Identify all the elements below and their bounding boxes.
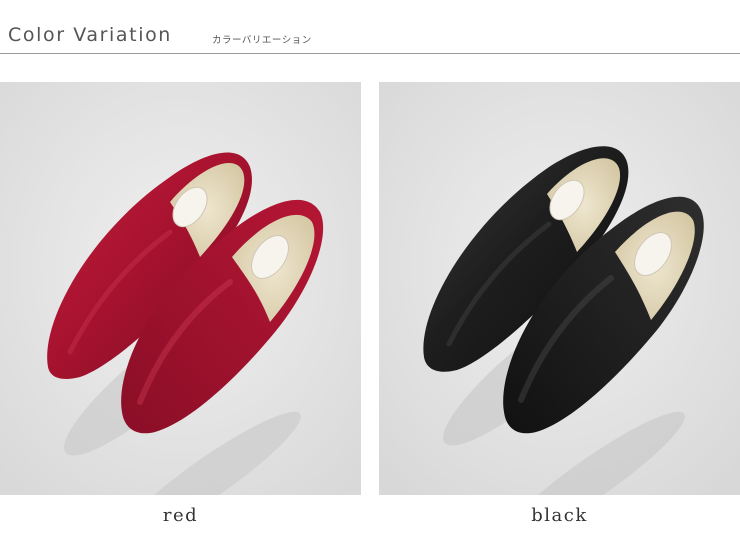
black-shoes-photo [379,82,740,495]
red-shoes-photo [0,82,361,495]
header-divider [0,53,740,54]
section-header: Color Variation カラーバリエーション [0,18,740,54]
section-title: Color Variation [8,24,172,46]
section-subtitle: カラーバリエーション [212,35,312,46]
black-shoes-illustration [379,82,740,495]
variation-label-red: red [162,505,199,526]
red-shoes-illustration [0,82,361,495]
variation-label-black: black [531,505,588,526]
